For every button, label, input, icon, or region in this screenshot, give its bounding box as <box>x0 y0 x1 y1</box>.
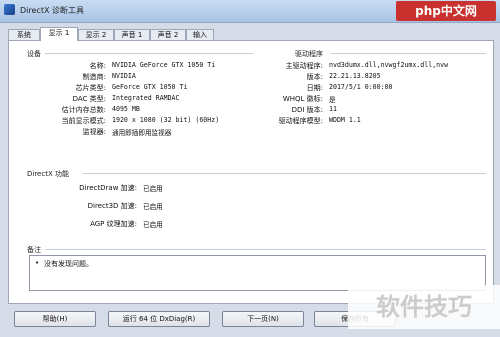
device-value: NVIDIA <box>112 72 136 80</box>
note-bullet: • <box>35 259 40 267</box>
tab-display-1[interactable]: 显示 1 <box>40 27 78 41</box>
device-value: Integrated RAMDAC <box>112 94 180 102</box>
features-divider <box>83 173 486 174</box>
help-button[interactable]: 帮助(H) <box>14 311 96 327</box>
directx-app-icon <box>4 4 15 15</box>
drivers-heading: 驱动程序 <box>295 50 323 58</box>
device-value: NVIDIA GeForce GTX 1050 Ti <box>112 61 216 69</box>
window-title: DirectX 诊断工具 <box>20 6 84 15</box>
device-label: 芯片类型: <box>75 84 106 92</box>
device-label: 名称: <box>89 62 106 70</box>
driver-label: WHQL 徽标: <box>282 95 323 103</box>
directx-features-heading: DirectX 功能 <box>27 170 69 178</box>
device-value: 4095 MB <box>112 105 140 113</box>
device-heading: 设备 <box>27 50 41 58</box>
device-divider <box>45 53 253 54</box>
watermark-overlay: 软件技巧 <box>348 285 500 329</box>
next-page-button[interactable]: 下一页(N) <box>222 311 304 327</box>
device-value: 通用即插即用监视器 <box>112 129 172 137</box>
device-value: 1920 x 1080 (32 bit) (60Hz) <box>112 116 220 124</box>
feature-label: AGP 纹理加速: <box>90 220 137 228</box>
site-watermark-logo: php中文网 <box>396 1 496 21</box>
driver-label: 版本: <box>306 73 323 81</box>
driver-label: 日期: <box>306 84 323 92</box>
driver-label: 主驱动程序: <box>285 62 323 70</box>
title-bar: DirectX 诊断工具 php中文网 <box>0 0 500 23</box>
note-text: 没有发现问题。 <box>44 260 93 268</box>
feature-status: 已启用 <box>143 221 163 229</box>
notes-heading: 备注 <box>27 246 41 254</box>
driver-value: WDDM 1.1 <box>329 116 361 124</box>
device-label: 当前显示模式: <box>61 117 106 125</box>
feature-status: 已启用 <box>143 185 163 193</box>
notes-divider <box>45 249 486 250</box>
display-tab-panel: 设备 名称: NVIDIA GeForce GTX 1050 Ti 制造商: N… <box>8 40 494 304</box>
driver-value: 11 <box>329 105 337 113</box>
feature-status: 已启用 <box>143 203 163 211</box>
device-label: 估计内存总数: <box>61 106 106 114</box>
driver-label: 驱动程序模型: <box>278 117 323 125</box>
device-label: 监视器: <box>82 128 106 136</box>
run-64bit-dxdiag-button[interactable]: 运行 64 位 DxDiag(R) <box>108 311 210 327</box>
device-label: DAC 类型: <box>72 95 106 103</box>
driver-value: nvd3dumx.dll,nvwgf2umx.dll,nvw <box>329 61 449 69</box>
driver-label: DDI 版本: <box>291 106 323 114</box>
drivers-divider <box>331 53 486 54</box>
driver-value: 22.21.13.8205 <box>329 72 381 80</box>
feature-label: Direct3D 加速: <box>87 202 137 210</box>
feature-label: DirectDraw 加速: <box>79 184 137 192</box>
device-value: GeForce GTX 1050 Ti <box>112 83 188 91</box>
driver-value: 是 <box>329 96 336 104</box>
device-label: 制造商: <box>82 73 106 81</box>
driver-value: 2017/5/1 0:00:00 <box>329 83 393 91</box>
